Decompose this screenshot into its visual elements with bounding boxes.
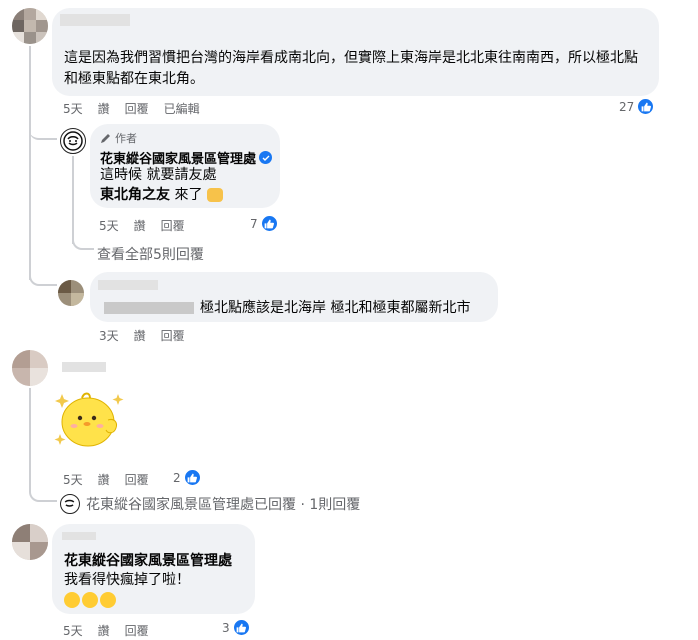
- comment-actions: 3天 讚 回覆: [99, 327, 200, 344]
- reply-text-line1: 這時候 就要請友處: [100, 167, 217, 183]
- reaction-count[interactable]: 7: [250, 215, 278, 232]
- like-icon: [637, 98, 655, 115]
- like-button[interactable]: 讚: [134, 217, 146, 234]
- like-button[interactable]: 讚: [98, 100, 110, 117]
- page-avatar[interactable]: [60, 128, 86, 154]
- verified-badge-icon: [259, 151, 273, 164]
- comment-actions: 5天 讚 回覆: [63, 471, 164, 488]
- like-icon: [260, 215, 278, 232]
- laughing-crying-emoji: [100, 592, 116, 608]
- mention-link[interactable]: 東北角之友: [100, 187, 170, 203]
- reaction-count[interactable]: 3: [222, 619, 250, 636]
- view-all-replies-link[interactable]: 查看全部5則回覆: [97, 244, 204, 264]
- comment-bubble: 極北點應該是北海岸 極北和極東都屬新北市: [90, 272, 498, 322]
- redacted-author-name: [62, 532, 96, 540]
- page-avatar: [60, 494, 80, 514]
- comment-text: 極北點應該是北海岸 極北和極東都屬新北市: [200, 300, 471, 316]
- reply-thread-line: [72, 156, 74, 244]
- reaction-count[interactable]: 27: [619, 98, 655, 115]
- thread-connector: [29, 272, 57, 286]
- page-reply-summary[interactable]: 花東縱谷國家風景區管理處已回覆 · 1則回覆: [60, 494, 360, 514]
- reply-time[interactable]: 5天: [99, 217, 119, 234]
- chick-sticker: [52, 384, 130, 454]
- thread-line: [29, 46, 31, 280]
- commenter-avatar[interactable]: [58, 280, 84, 306]
- commenter-avatar[interactable]: [12, 350, 48, 386]
- redacted-author-name: [62, 362, 106, 372]
- thread-connector: [29, 126, 57, 140]
- laughing-crying-emoji: [82, 592, 98, 608]
- comment-actions: 5天 讚 回覆: [63, 622, 164, 639]
- author-badge: 作者: [100, 130, 137, 146]
- pencil-icon: [101, 134, 110, 143]
- reply-button[interactable]: 回覆: [125, 100, 149, 117]
- reply-button[interactable]: 回覆: [125, 622, 149, 639]
- comment-text: 我看得快瘋掉了啦！: [64, 572, 190, 588]
- like-icon: [232, 619, 250, 636]
- like-button[interactable]: 讚: [98, 622, 110, 639]
- like-button[interactable]: 讚: [98, 471, 110, 488]
- reply-button[interactable]: 回覆: [125, 471, 149, 488]
- redacted-author-name: [98, 280, 158, 290]
- reply-button[interactable]: 回覆: [161, 327, 185, 344]
- redacted-mention: [104, 302, 194, 314]
- comment-time[interactable]: 5天: [63, 471, 83, 488]
- commenter-avatar[interactable]: [12, 8, 48, 44]
- raised-hands-emoji: [206, 188, 223, 202]
- comment-bubble: 花東縱谷國家風景區管理處 我看得快瘋掉了啦！: [52, 524, 255, 614]
- laughing-crying-emoji: [64, 592, 80, 608]
- comment-actions: 5天 讚 回覆 已編輯: [63, 100, 215, 117]
- comment-text: 這是因為我們習慣把台灣的海岸看成南北向，但實際上東海岸是北北東往南南西，所以極北…: [64, 50, 638, 87]
- like-button[interactable]: 讚: [134, 327, 146, 344]
- like-icon: [183, 469, 201, 486]
- reply-button[interactable]: 回覆: [161, 217, 185, 234]
- redacted-author-name: [60, 14, 130, 26]
- thread-connector: [29, 488, 57, 502]
- comment-time[interactable]: 5天: [63, 622, 83, 639]
- reply-actions: 5天 讚 回覆: [99, 217, 200, 234]
- reply-text-line2: 東北角之友 來了: [100, 185, 223, 206]
- comment-bubble: 這是因為我們習慣把台灣的海岸看成南北向，但實際上東海岸是北北東往南南西，所以極北…: [52, 8, 659, 96]
- edited-label: 已編輯: [163, 102, 200, 116]
- commenter-avatar[interactable]: [12, 524, 48, 560]
- laughing-crying-emojis: [64, 592, 116, 608]
- reply-bubble: 作者 花東縱谷國家風景區管理處 這時候 就要請友處 東北角之友 來了: [90, 124, 280, 208]
- thread-line: [29, 388, 31, 492]
- reaction-count[interactable]: 2: [173, 469, 201, 486]
- quoted-page-name[interactable]: 花東縱谷國家風景區管理處: [64, 550, 232, 570]
- comment-time[interactable]: 5天: [63, 100, 83, 117]
- reply-thread-connector: [72, 236, 94, 250]
- comment-time[interactable]: 3天: [99, 327, 119, 344]
